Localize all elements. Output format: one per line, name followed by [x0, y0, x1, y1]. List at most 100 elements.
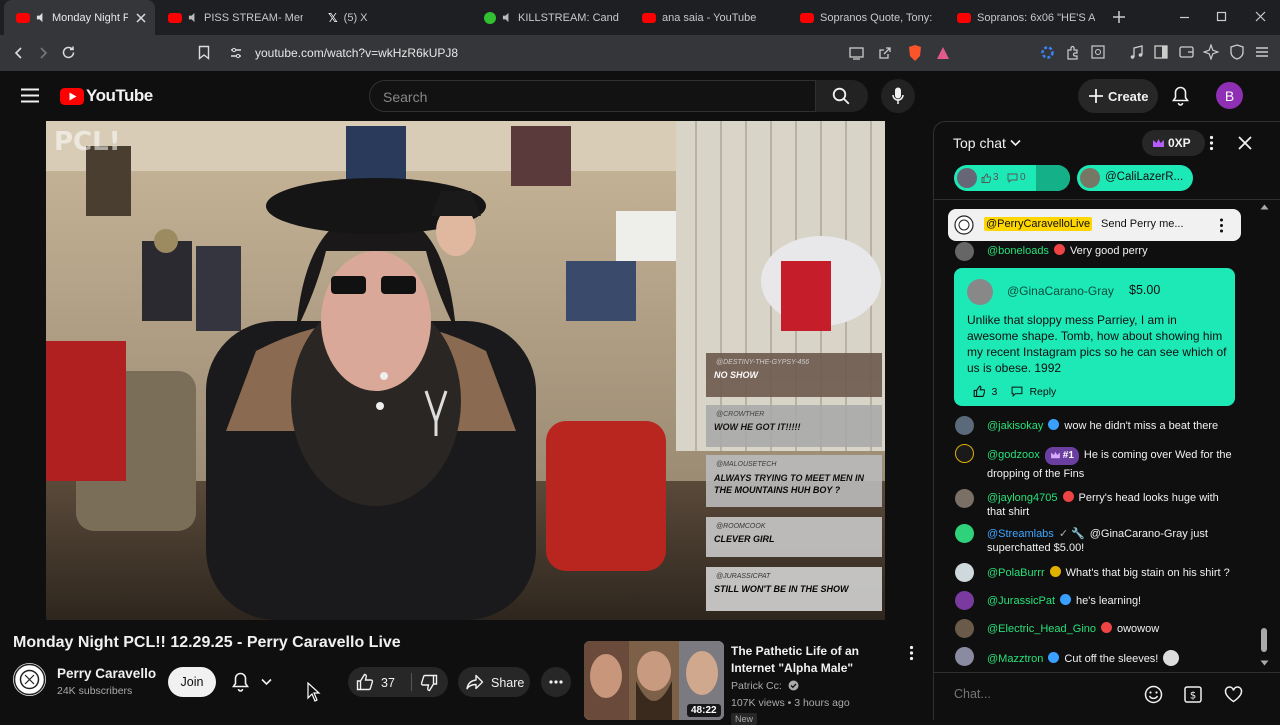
youtube-favicon-icon: [800, 12, 814, 23]
channel-avatar[interactable]: [13, 663, 46, 696]
account-avatar[interactable]: B: [1216, 82, 1243, 109]
notifications-bell-icon[interactable]: [1172, 86, 1189, 106]
search-button[interactable]: [816, 80, 868, 112]
chat-author[interactable]: @PolaBurrr: [987, 567, 1045, 579]
overlay-user: @MALOUSETECH: [716, 461, 777, 468]
video-player[interactable]: PCL! @DESTINY-THE-GYPSY-456 NO SHOW @CRO…: [46, 121, 885, 620]
tab-label: KILLSTREAM: Candace: [518, 11, 619, 24]
tab-monday-night-pcl[interactable]: Monday Night PCL!: [4, 0, 155, 35]
chat-author[interactable]: @Streamlabs: [987, 528, 1054, 540]
ticker-label: @CaliLazerR...: [1105, 171, 1184, 183]
tab-label: Sopranos: 6x06 "HE'S A FA: [977, 11, 1095, 24]
ticker-avatar: [1080, 168, 1100, 188]
chat-author[interactable]: @jakisokay: [987, 420, 1043, 432]
bookmark-icon[interactable]: [198, 45, 210, 60]
superchat-reply-button[interactable]: Reply: [1011, 382, 1056, 400]
superchat-like-button[interactable]: 3: [973, 382, 997, 400]
recommended-title[interactable]: The Pathetic Life of an Internet "Alpha …: [731, 643, 906, 677]
overlay-user: @ROOMCOOK: [716, 523, 766, 530]
extension-gear-icon[interactable]: [1040, 45, 1055, 60]
ticker-item[interactable]: 3 0: [954, 165, 1070, 191]
scroll-down-icon[interactable]: [1260, 660, 1269, 666]
chat-avatar: [955, 444, 974, 463]
chat-author[interactable]: @Mazztron: [987, 653, 1043, 665]
like-button[interactable]: 37: [348, 667, 410, 697]
address-url[interactable]: youtube.com/watch?v=wkHzR6kUPJ8: [255, 46, 458, 60]
browser-menu-icon[interactable]: [1255, 45, 1269, 59]
brave-shields-icon[interactable]: [907, 44, 923, 62]
sidebar-toggle-icon[interactable]: [1154, 45, 1168, 59]
maximize-icon[interactable]: [1216, 11, 1227, 22]
chat-author[interactable]: @jaylong4705: [987, 492, 1058, 504]
wallet-icon[interactable]: [1179, 45, 1194, 59]
chat-scrollbar-thumb[interactable]: [1261, 628, 1267, 652]
cast-icon[interactable]: [849, 46, 864, 60]
extensions-puzzle-icon[interactable]: [1066, 45, 1081, 60]
close-window-icon[interactable]: [1255, 11, 1266, 22]
chat-more-icon[interactable]: [1209, 135, 1214, 151]
back-icon[interactable]: [12, 46, 26, 60]
close-tab-icon[interactable]: [136, 12, 146, 23]
speaker-icon: [188, 12, 195, 23]
pinned-author: @PerryCaravelloLive: [984, 217, 1093, 231]
overlay-message: @JURASSICPAT STILL WON'T BE IN THE SHOW: [706, 567, 882, 611]
join-button[interactable]: Join: [168, 667, 216, 697]
chat-text: wow he didn't miss a beat there: [1064, 420, 1219, 432]
tab-sopranos-6x06[interactable]: Sopranos: 6x06 "HE'S A FA: [957, 4, 1095, 31]
vpn-shield-icon[interactable]: [1230, 44, 1244, 60]
tab-killstream[interactable]: KILLSTREAM: Candace: [484, 4, 619, 31]
leo-ai-icon[interactable]: [1203, 44, 1219, 60]
recommended-thumbnail[interactable]: 48:22: [584, 641, 724, 720]
overlay-user: @JURASSICPAT: [716, 573, 771, 580]
new-tab-icon[interactable]: [1113, 11, 1125, 23]
channel-name[interactable]: Perry Caravello: [57, 666, 156, 681]
youtube-logo[interactable]: YouTube: [60, 86, 153, 106]
pinned-more-icon[interactable]: [1219, 218, 1224, 233]
tab-sopranos-quote[interactable]: Sopranos Quote, Tony: He: [800, 4, 935, 31]
chat-author[interactable]: @boneloads: [987, 245, 1049, 257]
chat-author[interactable]: @JurassicPat: [987, 595, 1055, 607]
scroll-up-icon[interactable]: [1260, 204, 1269, 210]
comment-icon: [1007, 173, 1018, 183]
close-chat-icon[interactable]: [1238, 136, 1252, 150]
search-input[interactable]: [383, 89, 783, 105]
overlay-message: @MALOUSETECH ALWAYS TRYING TO MEET MEN I…: [706, 455, 882, 507]
notification-settings-button[interactable]: [224, 667, 286, 697]
superchat-author[interactable]: @GinaCarano-Gray: [1007, 284, 1114, 298]
share-page-icon[interactable]: [878, 46, 892, 60]
brave-rewards-icon[interactable]: [936, 46, 950, 60]
bell-icon: [232, 672, 249, 692]
emoji-picker-icon[interactable]: [1144, 685, 1163, 704]
heart-icon[interactable]: [1224, 686, 1243, 703]
dislike-button[interactable]: [412, 667, 448, 697]
tab-x[interactable]: 𝕏 (5) X: [328, 4, 448, 31]
more-vertical-icon[interactable]: [909, 645, 914, 661]
chat-author[interactable]: @Electric_Head_Gino: [987, 623, 1096, 635]
voice-search-button[interactable]: [881, 79, 915, 113]
thumbs-up-icon: [981, 173, 991, 183]
site-info-icon[interactable]: [229, 46, 243, 60]
media-music-icon[interactable]: [1129, 45, 1144, 60]
overlay-text: NO SHOW: [714, 370, 758, 380]
chat-input[interactable]: [954, 687, 1144, 701]
ticker-item[interactable]: @CaliLazerR...: [1077, 165, 1193, 191]
rank-badge-label: #1: [1062, 450, 1074, 461]
tab-piss-stream[interactable]: PISS STREAM- Men Ho: [168, 4, 303, 31]
share-button[interactable]: Share: [458, 667, 530, 697]
create-button[interactable]: Create: [1078, 79, 1158, 113]
forward-icon[interactable]: [36, 46, 50, 60]
tab-ana-saia[interactable]: ana saia - YouTube: [642, 4, 782, 31]
minimize-icon[interactable]: [1179, 12, 1190, 23]
chat-author[interactable]: @godzoox: [987, 449, 1040, 461]
recommended-channel[interactable]: Patrick Cc:: [731, 680, 799, 692]
chevron-down-icon: [1010, 139, 1021, 147]
guide-menu-icon[interactable]: [21, 88, 39, 103]
more-actions-button[interactable]: [541, 667, 571, 697]
new-badge: New: [731, 713, 758, 725]
pinned-message[interactable]: @PerryCaravelloLive Send Perry me...: [948, 209, 1241, 241]
chat-mode-selector[interactable]: Top chat: [953, 135, 1021, 151]
super-chat-icon[interactable]: $: [1184, 686, 1202, 703]
reload-icon[interactable]: [61, 45, 76, 60]
screenshot-icon[interactable]: [1091, 45, 1105, 59]
xp-button[interactable]: 0XP: [1142, 130, 1205, 156]
